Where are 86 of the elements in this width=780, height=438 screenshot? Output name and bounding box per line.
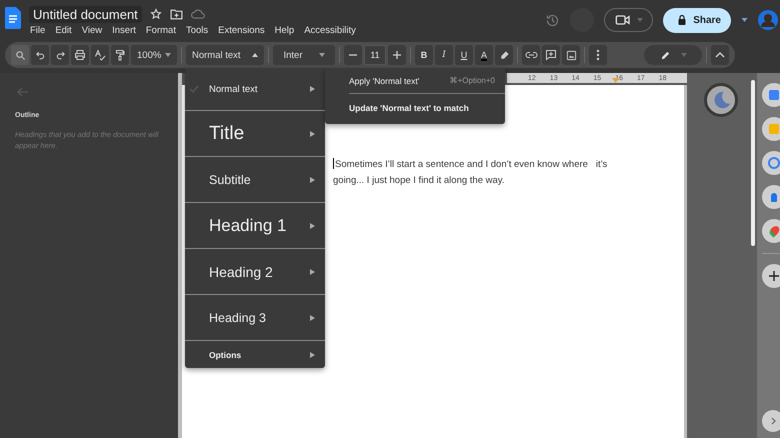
search-button[interactable] xyxy=(11,45,29,65)
link-icon xyxy=(524,50,538,60)
submenu-item[interactable]: Update 'Normal text' to match xyxy=(349,103,469,113)
submenu-arrow-icon xyxy=(310,314,315,320)
menu-item[interactable]: Help xyxy=(274,24,294,36)
image-icon xyxy=(566,50,576,60)
star-icon[interactable] xyxy=(150,8,162,20)
format-button[interactable]: U xyxy=(455,45,473,65)
shortcut-text: ⌘+Option+0 xyxy=(450,76,495,85)
style-menu-item[interactable]: Heading 1 xyxy=(185,203,325,248)
share-button[interactable]: Share xyxy=(663,8,731,32)
menu-item[interactable]: File xyxy=(30,24,46,36)
submenu-item[interactable]: Apply 'Normal text' xyxy=(349,76,420,86)
menu-item[interactable]: Edit xyxy=(55,24,72,36)
style-menu-item[interactable]: Subtitle xyxy=(185,157,325,202)
chevron-right-icon xyxy=(770,417,776,425)
zoom-dropdown[interactable]: 100% xyxy=(131,45,177,65)
menu-item[interactable]: Tools xyxy=(186,24,208,36)
folder-icon[interactable] xyxy=(170,8,183,20)
undo-icon xyxy=(34,50,46,60)
more-button[interactable] xyxy=(589,45,607,65)
caret-icon[interactable] xyxy=(741,18,748,22)
docs-logo-icon[interactable] xyxy=(5,7,21,29)
submenu-arrow-icon xyxy=(310,86,315,92)
style-menu-item[interactable]: Title xyxy=(185,111,325,156)
menu-item[interactable]: Format xyxy=(146,24,176,36)
undo-button[interactable] xyxy=(31,45,49,65)
meet-button[interactable] xyxy=(604,8,654,32)
caret-icon xyxy=(680,53,686,57)
submenu-arrow-icon xyxy=(310,352,315,358)
style-menu-item[interactable]: Options xyxy=(185,341,325,368)
menu-item[interactable]: Insert xyxy=(112,24,136,36)
decrease-font-size-button[interactable] xyxy=(344,45,362,65)
plus-icon xyxy=(392,50,402,60)
style-menu-item[interactable]: Heading 3 xyxy=(185,295,325,340)
plus-icon xyxy=(769,271,779,281)
printer-icon xyxy=(74,49,86,61)
spellcheck-button[interactable] xyxy=(91,45,109,65)
print-button[interactable] xyxy=(71,45,89,65)
submenu-arrow-icon xyxy=(310,222,315,228)
avatar[interactable] xyxy=(758,10,778,30)
menu-item[interactable]: View xyxy=(82,24,102,36)
lock-icon xyxy=(677,14,688,26)
cloud-icon[interactable] xyxy=(190,9,205,19)
highlighter-icon xyxy=(498,50,510,60)
paint-roller-icon xyxy=(114,49,126,61)
image-button[interactable] xyxy=(562,45,580,65)
redo-button[interactable] xyxy=(51,45,69,65)
style-menu-item[interactable]: Normal text xyxy=(185,68,325,110)
add-comment-icon xyxy=(545,49,557,61)
spellcheck-icon xyxy=(94,49,106,61)
format-button[interactable]: A xyxy=(475,45,493,65)
caret-icon xyxy=(637,18,644,22)
chevron-up-icon xyxy=(715,52,725,58)
submenu-arrow-icon xyxy=(310,176,315,182)
dark-mode-button[interactable] xyxy=(704,83,738,117)
format-button[interactable]: I xyxy=(435,45,453,65)
add-button[interactable] xyxy=(762,264,780,288)
caret-icon xyxy=(165,53,171,57)
comment-button[interactable] xyxy=(542,45,560,65)
style-dropdown[interactable]: Normal text xyxy=(186,45,264,65)
style-menu-item[interactable]: Heading 2 xyxy=(185,249,325,294)
menu-item[interactable]: Extensions xyxy=(218,24,265,36)
history-icon[interactable] xyxy=(545,12,560,28)
increase-font-size-button[interactable] xyxy=(388,45,406,65)
pencil-icon xyxy=(660,50,670,60)
font-size-field[interactable]: 11 xyxy=(364,45,386,65)
link-button[interactable] xyxy=(522,45,540,65)
caret-icon xyxy=(318,53,324,57)
more-icon xyxy=(596,49,600,61)
font-dropdown[interactable]: Inter xyxy=(273,45,335,65)
highlighter-button[interactable] xyxy=(495,45,513,65)
scrollbar[interactable] xyxy=(751,80,755,246)
submenu-arrow-icon xyxy=(310,130,315,136)
document-title[interactable]: Untitled document xyxy=(29,6,142,22)
redo-icon xyxy=(54,50,66,60)
expand-panel-button[interactable] xyxy=(762,410,780,432)
collapse-button[interactable] xyxy=(711,45,729,65)
body-text[interactable]: Sometimes I’ll start a sentence and I don’t even know where it’s going... I just hope I find it along the way. xyxy=(333,157,684,189)
video-camera-icon xyxy=(615,14,632,26)
paint-format-button[interactable] xyxy=(111,45,129,65)
search-icon xyxy=(14,50,26,60)
format-button[interactable]: B xyxy=(415,45,433,65)
menu-item[interactable]: Accessibility xyxy=(304,24,356,36)
caret-icon xyxy=(252,53,258,57)
submenu-arrow-icon xyxy=(310,268,315,274)
